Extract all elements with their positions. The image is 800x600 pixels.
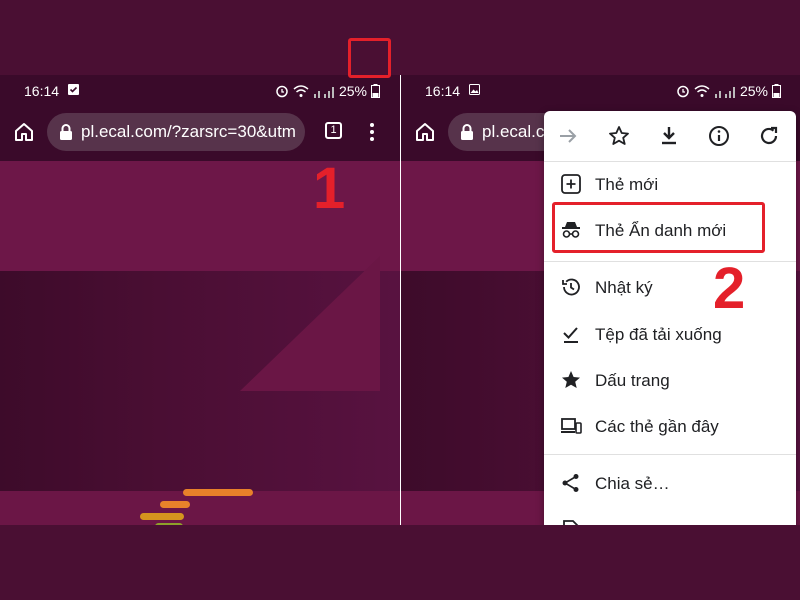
battery-icon bbox=[371, 84, 380, 98]
alarm-icon bbox=[276, 85, 288, 98]
find-in-page-icon bbox=[563, 520, 579, 525]
wifi-icon bbox=[293, 85, 309, 97]
overflow-menu: Thẻ mới Thẻ Ẩn danh mới Nhật ký Tệp đã t… bbox=[544, 111, 796, 525]
decor-bar bbox=[183, 489, 253, 496]
more-menu-icon[interactable] bbox=[360, 120, 384, 144]
tab-switcher-button[interactable]: 1 bbox=[325, 122, 342, 139]
signal-icon bbox=[714, 87, 735, 98]
address-bar[interactable]: pl.ecal.com/?zarsrc=30&utm bbox=[47, 113, 305, 151]
decor-bar bbox=[155, 523, 183, 525]
menu-item-bookmarks[interactable]: Dấu trang bbox=[544, 359, 796, 403]
url-text: pl.ecal.com/?zarsrc=30&utm bbox=[81, 122, 296, 141]
menu-item-share[interactable]: Chia sẻ… bbox=[544, 462, 796, 506]
menu-item-label: Dấu trang bbox=[595, 371, 670, 390]
status-time: 16:14 bbox=[24, 83, 60, 99]
incognito-item-highlight bbox=[552, 202, 765, 253]
notification-icon bbox=[68, 84, 79, 95]
wifi-icon bbox=[694, 85, 710, 97]
step-number: 1 bbox=[313, 156, 346, 221]
phone-screen-left: 16:14 25% pl.ecal.com/?zarsrc=30&utm 1 bbox=[0, 75, 400, 525]
share-icon bbox=[562, 474, 579, 492]
lock-icon bbox=[461, 124, 473, 140]
forward-icon[interactable] bbox=[556, 124, 580, 148]
downloads-icon bbox=[563, 327, 578, 343]
menu-item-label: Các thẻ gần đây bbox=[595, 417, 719, 436]
menu-item-recent-tabs[interactable]: Các thẻ gần đây bbox=[544, 405, 796, 449]
history-icon bbox=[562, 278, 580, 296]
signal-icon bbox=[313, 87, 334, 98]
menu-item-downloads[interactable]: Tệp đã tải xuống bbox=[544, 313, 796, 357]
star-icon[interactable] bbox=[607, 124, 631, 148]
battery-percent: 25% bbox=[338, 83, 367, 99]
info-icon[interactable] bbox=[707, 124, 731, 148]
download-icon[interactable] bbox=[657, 124, 681, 148]
menu-item-label: Thẻ mới bbox=[595, 175, 659, 194]
step-number: 2 bbox=[713, 256, 746, 321]
decor-bar bbox=[140, 513, 184, 520]
menu-item-label: Chia sẻ… bbox=[595, 474, 670, 493]
menu-icon-row bbox=[544, 111, 796, 162]
refresh-icon[interactable] bbox=[757, 124, 781, 148]
status-bar: 16:14 25% bbox=[0, 75, 400, 105]
url-text: pl.ecal.c bbox=[482, 122, 545, 141]
lock-icon bbox=[60, 124, 72, 140]
menu-item-history[interactable]: Nhật ký bbox=[544, 266, 796, 310]
new-tab-icon bbox=[561, 174, 581, 194]
menu-item-label: Tệp đã tải xuống bbox=[595, 325, 722, 344]
menu-item-new-tab[interactable]: Thẻ mới bbox=[544, 163, 796, 207]
recent-tabs-icon bbox=[561, 418, 582, 434]
home-icon[interactable] bbox=[12, 120, 36, 144]
menu-item-partial[interactable] bbox=[544, 509, 796, 525]
status-time: 16:14 bbox=[425, 83, 461, 99]
browser-toolbar: pl.ecal.com/?zarsrc=30&utm 1 bbox=[0, 105, 400, 161]
decor-bar bbox=[160, 501, 190, 508]
alarm-icon bbox=[677, 85, 689, 98]
menu-item-label: Nhật ký bbox=[595, 278, 653, 297]
image-notification-icon bbox=[469, 84, 480, 95]
status-bar: 16:14 25% bbox=[401, 75, 800, 105]
home-icon[interactable] bbox=[413, 120, 437, 144]
bookmark-star-icon bbox=[562, 371, 580, 388]
battery-percent: 25% bbox=[739, 83, 768, 99]
battery-icon bbox=[772, 84, 781, 98]
menu-button-highlight bbox=[348, 38, 391, 78]
